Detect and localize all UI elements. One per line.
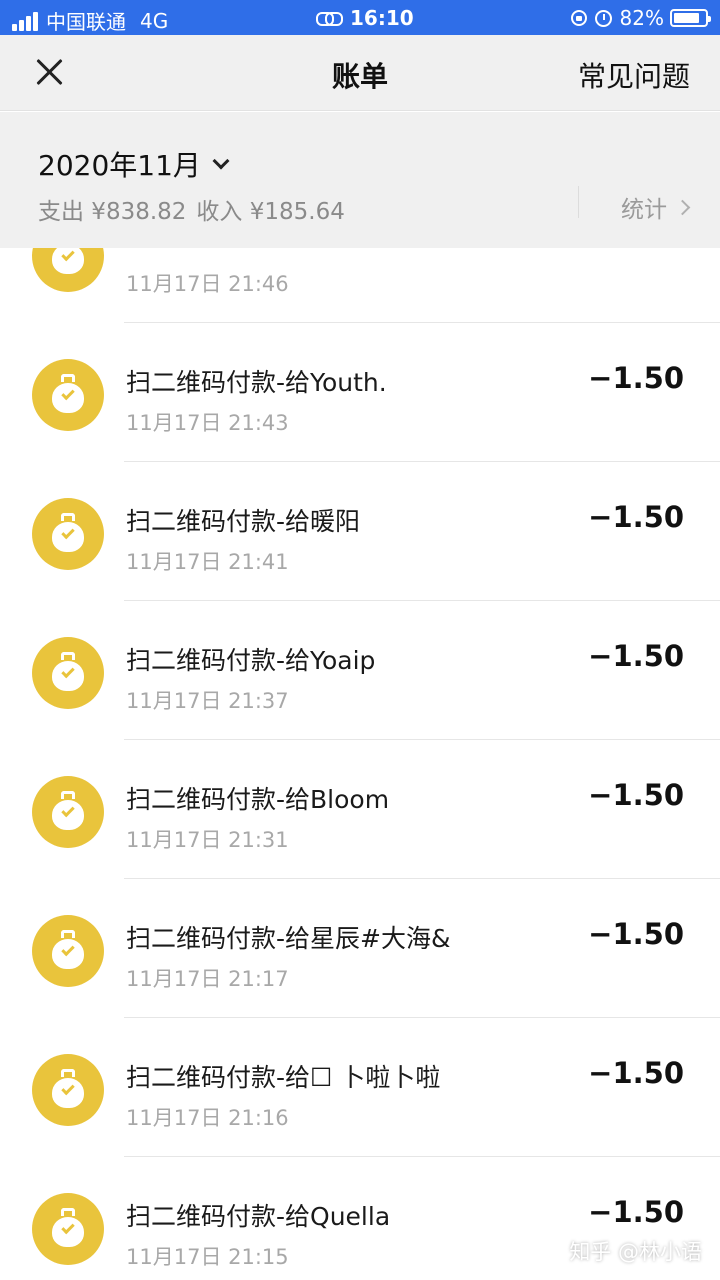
transaction-row[interactable]: 扫二维码付款-给星辰#大海& 11月17日 21:17 −1.50 <box>0 879 720 1018</box>
transaction-title: 扫二维码付款-给☐ 卜啦卜啦 <box>126 1063 441 1092</box>
chevron-right-icon <box>674 199 691 215</box>
transaction-time: 11月17日 21:37 <box>126 689 289 713</box>
transaction-row[interactable]: 扫二维码付款-给Bloom 11月17日 21:31 −1.50 <box>0 740 720 879</box>
transaction-title: 扫二维码付款-给Bloom <box>126 785 390 814</box>
transaction-time: 11月17日 21:15 <box>126 1245 289 1269</box>
transaction-amount: −1.50 <box>588 500 684 534</box>
transaction-time: 11月17日 21:16 <box>126 1106 289 1130</box>
month-label: 2020年11月 <box>38 149 201 182</box>
transaction-row[interactable]: 扫二维码付款-给暖阳 11月17日 21:41 −1.50 <box>0 462 720 601</box>
transaction-title: 扫二维码付款-给Quella <box>126 1202 391 1231</box>
month-totals: 支出 ¥838.82 收入 ¥185.64 <box>38 192 355 226</box>
transaction-row[interactable]: 扫二维码付款-给Youth. 11月17日 21:43 −1.50 <box>0 323 720 462</box>
transaction-time: 11月17日 21:46 <box>126 272 289 296</box>
alarm-icon <box>594 9 612 27</box>
nav-bar: 账单 常见问题 <box>0 35 720 111</box>
money-bag-icon <box>32 637 104 709</box>
stats-button[interactable]: 统计 <box>621 190 691 224</box>
month-selector[interactable]: 2020年11月 <box>38 144 230 184</box>
network-type: 4G <box>140 8 169 33</box>
transaction-time: 11月17日 21:17 <box>126 967 289 991</box>
transaction-list[interactable]: 11月17日 21:46 扫二维码付款-给Youth. 11月17日 21:43 −1… <box>0 184 720 1280</box>
money-bag-icon <box>32 1193 104 1265</box>
divider <box>578 186 579 218</box>
battery-icon <box>670 9 711 27</box>
transaction-amount: −1.50 <box>588 639 684 673</box>
transaction-title: 扫二维码付款-给Yoaip <box>126 646 376 675</box>
transaction-amount: −1.50 <box>588 361 684 395</box>
transaction-time: 11月17日 21:43 <box>126 411 289 435</box>
transaction-amount: −1.50 <box>588 917 684 951</box>
transaction-time: 11月17日 21:31 <box>126 828 289 852</box>
money-bag-icon <box>32 915 104 987</box>
income-total: 收入 ¥185.64 <box>196 199 345 225</box>
transaction-row[interactable]: 扫二维码付款-给Yoaip 11月17日 21:37 −1.50 <box>0 601 720 740</box>
money-bag-icon <box>32 1054 104 1126</box>
transaction-time: 11月17日 21:41 <box>126 550 289 574</box>
transaction-amount: −1.50 <box>588 1195 684 1229</box>
transaction-title: 扫二维码付款-给Youth. <box>126 368 387 397</box>
transaction-title: 扫二维码付款-给星辰#大海& <box>126 924 451 953</box>
transaction-amount: −1.50 <box>588 1056 684 1090</box>
stats-label: 统计 <box>621 197 667 223</box>
expense-total: 支出 ¥838.82 <box>38 199 187 225</box>
money-bag-icon <box>32 498 104 570</box>
rotation-lock-icon <box>570 10 587 26</box>
transaction-amount: −1.50 <box>588 778 684 812</box>
signal-icon <box>12 11 40 31</box>
transaction-row[interactable]: 扫二维码付款-给☐ 卜啦卜啦 11月17日 21:16 −1.50 <box>0 1018 720 1157</box>
money-bag-icon <box>32 776 104 848</box>
status-bar: 中国联通 4G 16:10 82% <box>0 0 720 35</box>
money-bag-icon <box>32 359 104 431</box>
transaction-title: 扫二维码付款-给暖阳 <box>126 507 361 536</box>
battery-percent: 82% <box>619 6 664 30</box>
clock: 16:10 <box>350 6 414 30</box>
carrier-name: 中国联通 <box>46 10 126 34</box>
faq-button[interactable]: 常见问题 <box>578 55 690 95</box>
chevron-down-icon <box>212 152 230 170</box>
bill-summary: 2020年11月 支出 ¥838.82 收入 ¥185.64 统计 <box>0 112 720 248</box>
watermark: 知乎 @林小语 <box>569 1240 702 1264</box>
link-icon <box>316 11 343 26</box>
